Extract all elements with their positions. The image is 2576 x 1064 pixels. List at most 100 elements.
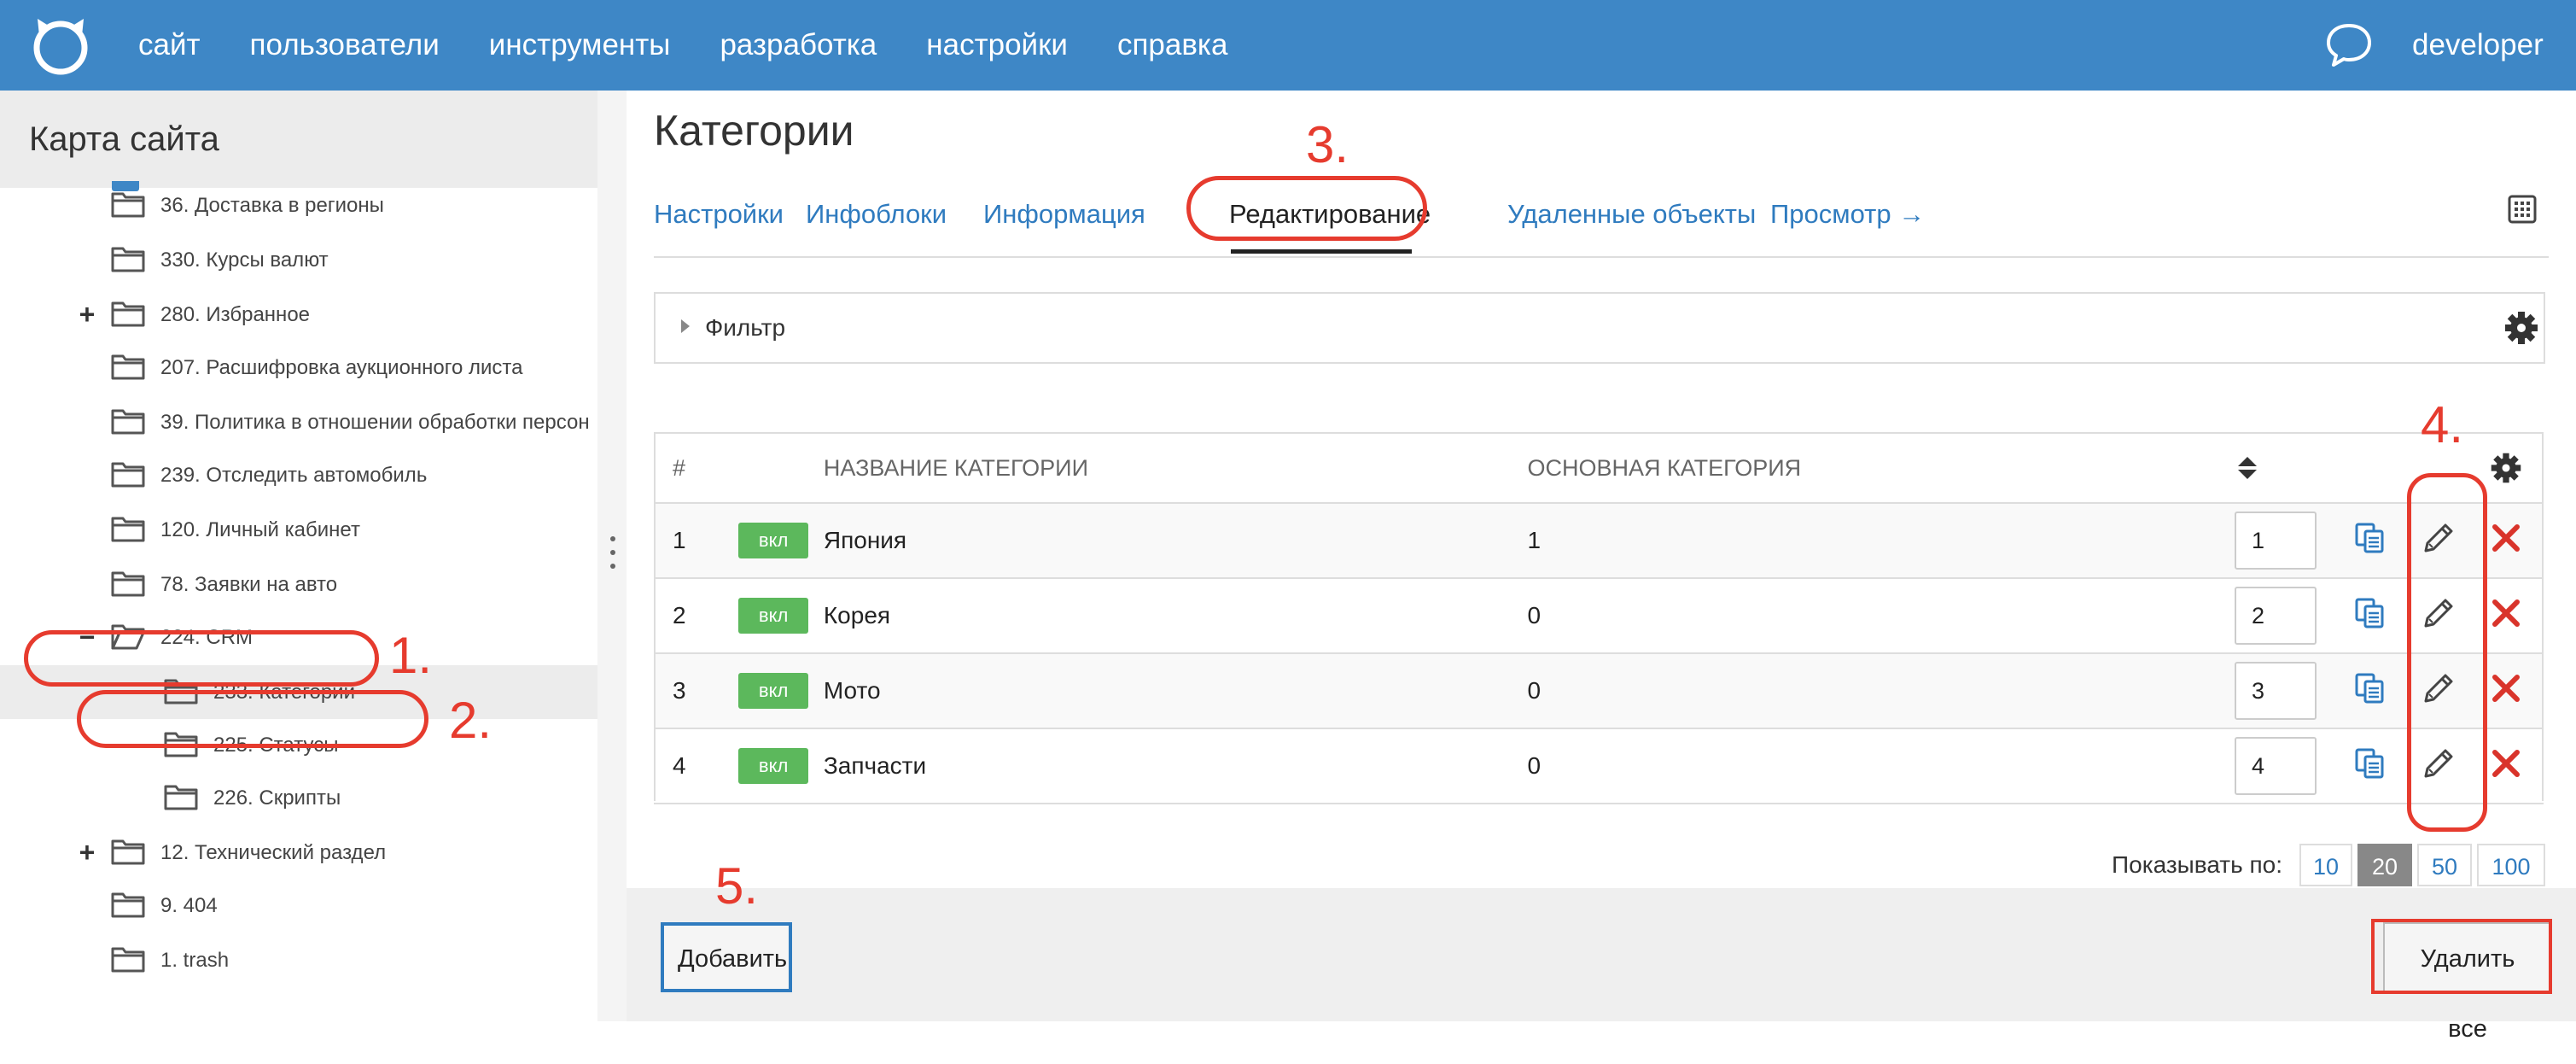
delete-x-icon[interactable] — [2489, 596, 2523, 630]
sidebar-tree-item-label[interactable]: 39. Политика в отношении обработки персо… — [160, 395, 590, 449]
sidebar-tree-item-label[interactable]: 233. Категории — [213, 665, 355, 719]
tab-settings[interactable]: Настройки — [654, 193, 784, 236]
sidebar-tree-item[interactable]: 36. Доставка в регионы — [0, 178, 597, 232]
sidebar-tree-item-label[interactable]: 225. Статусы — [213, 718, 339, 772]
sidebar-tree-item[interactable]: 207. Расшифровка аукционного листа — [0, 341, 597, 395]
row-number: 2 — [654, 577, 739, 654]
category-name: Корея — [823, 577, 1528, 654]
sort-order-input[interactable] — [2235, 512, 2317, 570]
status-badge[interactable]: вкл — [738, 598, 809, 634]
page-size-20[interactable]: 20 — [2357, 844, 2412, 886]
status-badge[interactable]: вкл — [738, 673, 809, 709]
sidebar-tree-item[interactable]: 120. Личный кабинет — [0, 503, 597, 557]
sidebar-tree-item-label[interactable]: 120. Личный кабинет — [160, 503, 360, 557]
sidebar-tree-item-label[interactable]: 239. Отследить автомобиль — [160, 448, 427, 502]
sidebar-tree-item[interactable]: 9. 404 — [0, 879, 597, 932]
sidebar-tree-item[interactable]: − 224. CRM — [0, 611, 597, 664]
delete-cell — [2489, 577, 2544, 654]
chat-bubble-icon[interactable] — [2323, 19, 2375, 70]
pencil-edit-icon[interactable] — [2422, 746, 2456, 780]
header-category-name[interactable]: НАЗВАНИЕ КАТЕГОРИИ — [823, 432, 1528, 504]
sidebar-tree-item[interactable]: 39. Политика в отношении обработки персо… — [0, 395, 597, 449]
sidebar-tree-item-label[interactable]: 207. Расшифровка аукционного листа — [160, 341, 523, 395]
folder-icon — [111, 945, 145, 973]
page-size-100[interactable]: 100 — [2477, 844, 2545, 886]
expand-toggle-icon[interactable]: + — [77, 288, 97, 342]
status-cell: вкл — [738, 652, 824, 729]
sidebar-tree-item-label[interactable]: 12. Технический раздел — [160, 826, 386, 880]
filter-label[interactable]: Фильтр — [705, 294, 785, 362]
sidebar-tree-item-label[interactable]: 36. Доставка в регионы — [160, 178, 384, 232]
tab-information[interactable]: Информация — [983, 193, 1145, 236]
grid-view-icon[interactable] — [2508, 195, 2537, 224]
sidebar-tree-item[interactable]: 330. Курсы валют — [0, 233, 597, 287]
nav-users[interactable]: пользователи — [250, 28, 440, 62]
header-sort[interactable] — [2235, 432, 2354, 504]
nav-tools[interactable]: инструменты — [489, 28, 671, 62]
folder-icon — [111, 891, 145, 918]
sort-order-input[interactable] — [2235, 587, 2317, 645]
sidebar-tree-item[interactable]: 226. Скрипты — [0, 771, 597, 825]
sidebar-tree-item[interactable]: 225. Статусы — [0, 718, 597, 772]
pencil-edit-icon[interactable] — [2422, 521, 2456, 555]
sort-arrows-icon[interactable] — [2235, 453, 2260, 482]
nav-help[interactable]: справка — [1117, 28, 1228, 62]
nav-development[interactable]: разработка — [720, 28, 877, 62]
username-link[interactable]: developer — [2412, 0, 2544, 91]
status-badge[interactable]: вкл — [738, 523, 809, 558]
sidebar-tree-item-label[interactable]: 280. Избранное — [160, 288, 310, 342]
sort-order-input[interactable] — [2235, 662, 2317, 720]
header-num[interactable]: # — [654, 432, 739, 504]
copy-icon[interactable] — [2353, 746, 2387, 780]
sidebar-tree-item[interactable]: 78. Заявки на авто — [0, 558, 597, 611]
sidebar-tree-item-label[interactable]: 78. Заявки на авто — [160, 558, 337, 611]
status-cell: вкл — [738, 502, 824, 579]
nav-settings[interactable]: настройки — [926, 28, 1068, 62]
page-size-10[interactable]: 10 — [2299, 844, 2352, 886]
folder-icon — [111, 245, 145, 272]
sidebar-tree-item-label[interactable]: 330. Курсы валют — [160, 233, 329, 287]
collapse-toggle-icon[interactable]: − — [77, 611, 97, 664]
delete-all-button[interactable]: Удалить все — [2383, 922, 2552, 1043]
page-title: Категории — [654, 107, 854, 155]
sitemap-sidebar: Карта сайта 36. Доставка в регионы 330. К… — [0, 91, 597, 1021]
sidebar-tree-item-label[interactable]: 226. Скрипты — [213, 771, 341, 825]
pencil-edit-icon[interactable] — [2422, 671, 2456, 705]
sidebar-tree-item-label[interactable]: 1. trash — [160, 933, 229, 987]
sidebar-tree-item-label[interactable]: 224. CRM — [160, 611, 253, 664]
header-settings[interactable] — [2489, 432, 2544, 504]
pencil-edit-icon[interactable] — [2422, 596, 2456, 630]
expand-arrow-icon[interactable] — [681, 319, 690, 333]
sidebar-tree-item[interactable]: +280. Избранное — [0, 288, 597, 342]
sidebar-tree-item[interactable]: 233. Категории — [0, 665, 597, 719]
folder-icon — [111, 190, 145, 218]
delete-x-icon[interactable] — [2489, 746, 2523, 780]
filter-panel[interactable]: Фильтр — [654, 292, 2545, 364]
nav-site[interactable]: сайт — [138, 28, 201, 62]
add-button[interactable]: Добавить — [661, 922, 792, 992]
tab-deleted-objects[interactable]: Удаленные объекты — [1507, 193, 1756, 236]
gear-icon[interactable] — [2489, 451, 2523, 485]
cat-logo-icon[interactable] — [29, 14, 92, 77]
page-size-50[interactable]: 50 — [2417, 844, 2472, 886]
copy-icon[interactable] — [2353, 521, 2387, 555]
table-header-row: # НАЗВАНИЕ КАТЕГОРИИ ОСНОВНАЯ КАТЕГОРИЯ — [654, 432, 2544, 504]
copy-icon[interactable] — [2353, 596, 2387, 630]
delete-x-icon[interactable] — [2489, 671, 2523, 705]
expand-toggle-icon[interactable]: + — [77, 826, 97, 880]
tab-preview[interactable]: Просмотр → — [1770, 193, 1925, 236]
sidebar-tree-item[interactable]: +12. Технический раздел — [0, 826, 597, 880]
sort-order-input[interactable] — [2235, 737, 2317, 795]
tab-infoblocks[interactable]: Инфоблоки — [806, 193, 947, 236]
tab-editing[interactable]: Редактирование — [1229, 193, 1431, 236]
sidebar-tree-item[interactable]: 1. trash — [0, 933, 597, 987]
header-parent-category[interactable]: ОСНОВНАЯ КАТЕГОРИЯ — [1527, 432, 2235, 504]
copy-icon[interactable] — [2353, 671, 2387, 705]
gear-icon[interactable] — [2503, 309, 2540, 347]
delete-x-icon[interactable] — [2489, 521, 2523, 555]
sidebar-resize-handle[interactable] — [597, 91, 627, 1021]
status-badge[interactable]: вкл — [738, 748, 809, 784]
delete-cell — [2489, 502, 2544, 579]
sidebar-tree-item-label[interactable]: 9. 404 — [160, 879, 218, 932]
sidebar-tree-item[interactable]: 239. Отследить автомобиль — [0, 448, 597, 502]
